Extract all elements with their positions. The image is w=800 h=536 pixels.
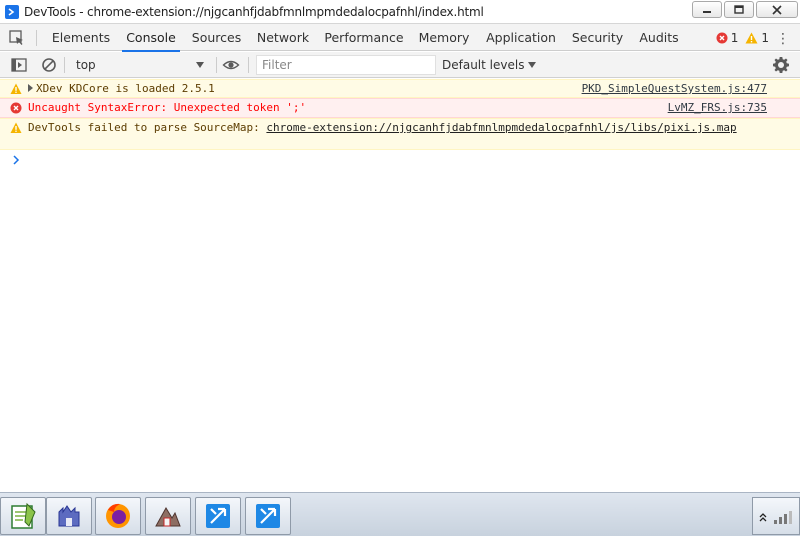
warning-count-icon	[745, 32, 758, 44]
tab-network[interactable]: Network	[254, 24, 312, 51]
error-icon	[10, 102, 22, 114]
warning-icon	[10, 83, 22, 94]
clear-console-icon[interactable]	[40, 56, 58, 74]
tab-performance[interactable]: Performance	[324, 24, 404, 51]
filter-field[interactable]	[256, 55, 436, 75]
close-icon	[772, 4, 782, 15]
context-value: top	[76, 58, 96, 72]
message-content: Uncaught SyntaxError: Unexpected token '…	[28, 101, 307, 114]
show-hidden-icons-icon[interactable]	[759, 512, 767, 522]
window-controls	[692, 1, 798, 19]
tab-security[interactable]: Security	[570, 24, 625, 51]
filter-input[interactable]	[257, 56, 435, 74]
window-title: DevTools - chrome-extension://njgcanhfjd…	[24, 5, 484, 19]
tab-elements[interactable]: Elements	[50, 24, 112, 51]
panel-tab-bar: Elements Console Sources Network Perform…	[0, 24, 800, 52]
tab-application[interactable]: Application	[484, 24, 558, 51]
toolbar-separator	[64, 57, 65, 73]
taskbar-rpg-maker[interactable]	[46, 497, 92, 535]
live-expression-eye-icon[interactable]	[222, 56, 240, 74]
message-text: XDev KDCore is loaded 2.5.1	[28, 82, 215, 95]
taskbar	[0, 492, 800, 536]
taskbar-game-app[interactable]	[145, 497, 191, 535]
console-toolbar: top Default levels	[0, 52, 800, 78]
maximize-icon	[734, 4, 744, 14]
toolbar-separator	[248, 57, 249, 73]
network-signal-icon[interactable]	[773, 510, 793, 524]
message-text: DevTools failed to parse SourceMap: chro…	[28, 121, 773, 134]
taskbar-notepad-plus[interactable]	[0, 497, 46, 535]
devtools-app-icon	[5, 5, 19, 19]
error-count-icon	[716, 32, 728, 44]
log-levels-dropdown[interactable]: Default levels	[442, 55, 537, 75]
message-content: XDev KDCore is loaded 2.5.1	[36, 82, 215, 95]
console-messages: XDev KDCore is loaded 2.5.1 PKD_SimpleQu…	[0, 79, 800, 150]
message-source-link[interactable]: LvMZ_FRS.js:735	[668, 101, 767, 114]
title-bar: DevTools - chrome-extension://njgcanhfjd…	[0, 0, 800, 24]
game-app-icon	[155, 507, 181, 527]
tab-separator	[36, 30, 37, 46]
toolbar-separator	[216, 57, 217, 73]
issue-counters[interactable]: 1 1 ⋮	[716, 30, 790, 46]
taskbar-firefox[interactable]	[95, 497, 141, 535]
error-count: 1	[730, 31, 739, 45]
expand-triangle-icon[interactable]	[28, 84, 33, 92]
message-source-link[interactable]: PKD_SimpleQuestSystem.js:477	[582, 82, 767, 95]
tab-audits[interactable]: Audits	[636, 24, 682, 51]
warning-count: 1	[761, 31, 769, 45]
system-tray	[752, 497, 800, 535]
console-message-error[interactable]: Uncaught SyntaxError: Unexpected token '…	[0, 98, 800, 118]
taskbar-app-arrow-2[interactable]	[245, 497, 291, 535]
sourcemap-link[interactable]: chrome-extension://njgcanhfjdabfmnlmpmde…	[266, 121, 736, 134]
minimize-button[interactable]	[692, 1, 722, 18]
console-message-warning[interactable]: XDev KDCore is loaded 2.5.1 PKD_SimpleQu…	[0, 79, 800, 98]
rpg-maker-icon	[58, 505, 80, 527]
log-levels-label: Default levels	[442, 58, 525, 72]
inspect-element-icon[interactable]	[8, 29, 26, 47]
show-sidebar-icon[interactable]	[10, 56, 28, 74]
close-button[interactable]	[756, 1, 798, 18]
warning-icon	[10, 122, 22, 133]
firefox-icon	[106, 503, 130, 528]
minimize-icon	[703, 10, 711, 13]
message-content: DevTools failed to parse SourceMap:	[28, 121, 267, 134]
console-prompt-chevron-icon	[13, 155, 20, 165]
tab-console[interactable]: Console	[122, 24, 180, 52]
taskbar-app-arrow[interactable]	[195, 497, 241, 535]
tab-memory[interactable]: Memory	[416, 24, 472, 51]
more-options-icon[interactable]: ⋮	[776, 31, 790, 45]
chevron-down-icon	[528, 62, 537, 68]
notepad-plus-icon	[11, 502, 36, 529]
tab-sources[interactable]: Sources	[190, 24, 243, 51]
context-selector[interactable]: top	[70, 55, 210, 75]
gear-icon[interactable]	[772, 56, 790, 74]
app-arrow-icon	[206, 504, 230, 528]
app-arrow-icon-2	[256, 504, 280, 528]
console-message-warning[interactable]: DevTools failed to parse SourceMap: chro…	[0, 118, 800, 150]
chevron-down-icon	[196, 62, 204, 68]
maximize-button[interactable]	[724, 1, 754, 18]
